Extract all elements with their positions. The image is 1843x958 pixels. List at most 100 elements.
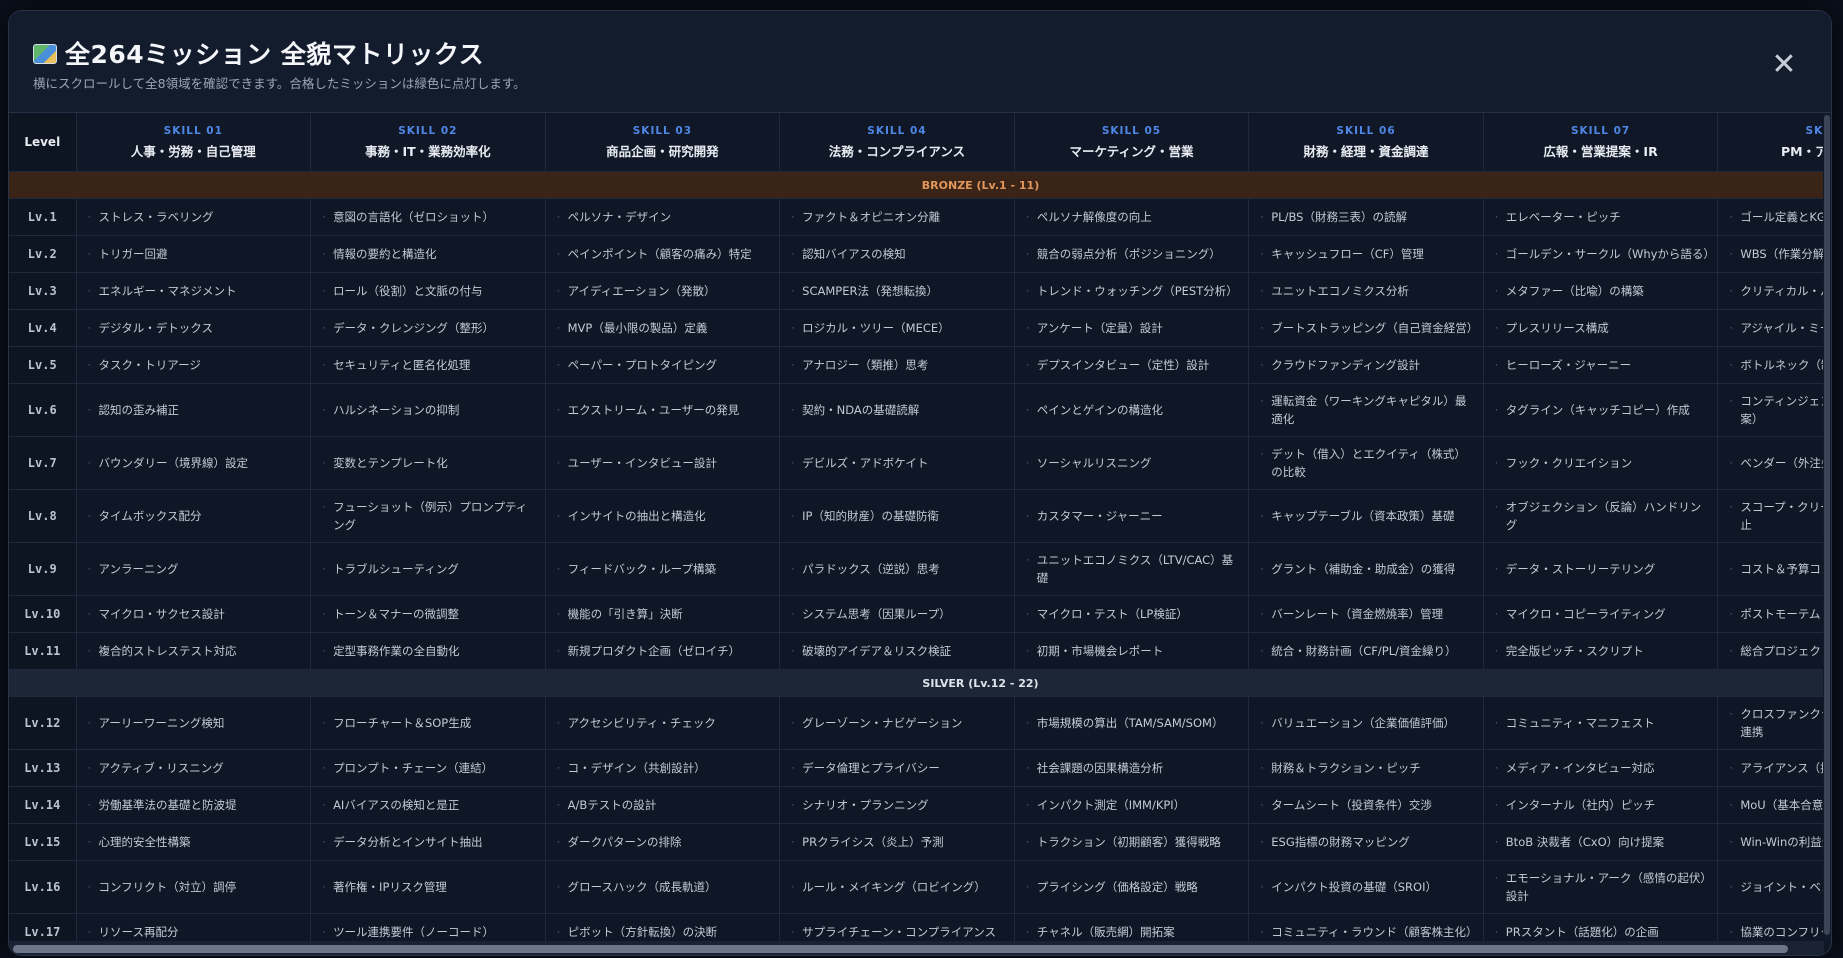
mission-cell[interactable]: ソーシャルリスニング [1014, 436, 1250, 490]
mission-cell[interactable]: 認知の歪み補正 [76, 383, 312, 437]
mission-cell[interactable]: AIバイアスの検知と是正 [310, 786, 546, 824]
mission-cell[interactable]: アンケート（定量）設計 [1014, 309, 1250, 347]
mission-cell[interactable]: タスク・トリアージ [76, 346, 312, 384]
mission-cell[interactable]: 契約・NDAの基礎読解 [779, 383, 1015, 437]
mission-cell[interactable]: 統合・財務計画（CF/PL/資金繰り） [1248, 632, 1484, 670]
mission-cell[interactable]: アクセシビリティ・チェック [545, 696, 781, 750]
mission-cell[interactable]: グロースハック（成長軌道） [545, 860, 781, 914]
mission-cell[interactable]: インサイトの抽出と構造化 [545, 489, 781, 543]
mission-cell[interactable]: コンティンジェンシー・プラン（予備案） [1717, 383, 1824, 437]
mission-cell[interactable]: 情報の要約と構造化 [310, 235, 546, 273]
mission-cell[interactable]: 著作権・IPリスク管理 [310, 860, 546, 914]
mission-cell[interactable]: ツール連携要件（ノーコード） [310, 913, 546, 941]
mission-cell[interactable]: インターナル（社内）ピッチ [1483, 786, 1719, 824]
mission-cell[interactable]: ペルソナ解像度の向上 [1014, 198, 1250, 236]
mission-cell[interactable]: デット（借入）とエクイティ（株式）の比較 [1248, 436, 1484, 490]
mission-cell[interactable]: フック・クリエイション [1483, 436, 1719, 490]
mission-cell[interactable]: 定型事務作業の全自動化 [310, 632, 546, 670]
mission-cell[interactable]: ペインポイント（顧客の痛み）特定 [545, 235, 781, 273]
mission-cell[interactable]: ポストモーテム（事後検証） [1717, 595, 1824, 633]
vertical-scrollbar[interactable] [1823, 113, 1831, 941]
mission-cell[interactable]: フューショット（例示）プロンプティング [310, 489, 546, 543]
mission-cell[interactable]: IP（知的財産）の基礎防衛 [779, 489, 1015, 543]
mission-cell[interactable]: 認知バイアスの検知 [779, 235, 1015, 273]
mission-cell[interactable]: 破壊的アイデア＆リスク検証 [779, 632, 1015, 670]
mission-cell[interactable]: メディア・インタビュー対応 [1483, 749, 1719, 787]
mission-cell[interactable]: データ・ストーリーテリング [1483, 542, 1719, 596]
mission-cell[interactable]: アンラーニング [76, 542, 312, 596]
mission-cell[interactable]: クリティカル・パスの特定 [1717, 272, 1824, 310]
mission-cell[interactable]: グラント（補助金・助成金）の獲得 [1248, 542, 1484, 596]
mission-cell[interactable]: データ・クレンジング（整形） [310, 309, 546, 347]
mission-cell[interactable]: MVP（最小限の製品）定義 [545, 309, 781, 347]
mission-cell[interactable]: ロジカル・ツリー（MECE） [779, 309, 1015, 347]
mission-cell[interactable]: 完全版ピッチ・スクリプト [1483, 632, 1719, 670]
mission-cell[interactable]: フローチャート＆SOP生成 [310, 696, 546, 750]
mission-cell[interactable]: 初期・市場機会レポート [1014, 632, 1250, 670]
mission-cell[interactable]: トラクション（初期顧客）獲得戦略 [1014, 823, 1250, 861]
mission-cell[interactable]: コミュニティ・ラウンド（顧客株主化） [1248, 913, 1484, 941]
mission-cell[interactable]: トレンド・ウォッチング（PEST分析） [1014, 272, 1250, 310]
mission-cell[interactable]: A/Bテストの設計 [545, 786, 781, 824]
mission-cell[interactable]: ファクト＆オピニオン分離 [779, 198, 1015, 236]
mission-cell[interactable]: 運転資金（ワーキングキャピタル）最適化 [1248, 383, 1484, 437]
mission-cell[interactable]: サプライチェーン・コンプライアンス [779, 913, 1015, 941]
horizontal-scrollbar[interactable] [9, 941, 1824, 955]
mission-cell[interactable]: エモーショナル・アーク（感情の起伏）設計 [1483, 860, 1719, 914]
mission-cell[interactable]: ペルソナ・デザイン [545, 198, 781, 236]
mission-cell[interactable]: ゴールデン・サークル（Whyから語る） [1483, 235, 1719, 273]
mission-cell[interactable]: PL/BS（財務三表）の読解 [1248, 198, 1484, 236]
mission-cell[interactable]: コミュニティ・マニフェスト [1483, 696, 1719, 750]
mission-cell[interactable]: データ分析とインサイト抽出 [310, 823, 546, 861]
mission-cell[interactable]: ユニットエコノミクス分析 [1248, 272, 1484, 310]
mission-cell[interactable]: セキュリティと匿名化処理 [310, 346, 546, 384]
mission-cell[interactable]: メタファー（比喩）の構築 [1483, 272, 1719, 310]
mission-cell[interactable]: ゴール定義とKGI/KPI設定 [1717, 198, 1824, 236]
mission-cell[interactable]: ユニットエコノミクス（LTV/CAC）基礎 [1014, 542, 1250, 596]
mission-cell[interactable]: ルール・メイキング（ロビイング） [779, 860, 1015, 914]
mission-cell[interactable]: タームシート（投資条件）交渉 [1248, 786, 1484, 824]
mission-cell[interactable]: エクストリーム・ユーザーの発見 [545, 383, 781, 437]
mission-cell[interactable]: ベンダー（外注先）マネジメント [1717, 436, 1824, 490]
mission-cell[interactable]: 社会課題の因果構造分析 [1014, 749, 1250, 787]
mission-cell[interactable]: WBS（作業分解構成図）作成 [1717, 235, 1824, 273]
mission-cell[interactable]: 労働基準法の基礎と防波堤 [76, 786, 312, 824]
mission-cell[interactable]: ヒーローズ・ジャーニー [1483, 346, 1719, 384]
mission-cell[interactable]: デプスインタビュー（定性）設計 [1014, 346, 1250, 384]
mission-cell[interactable]: キャップテーブル（資本政策）基礎 [1248, 489, 1484, 543]
mission-cell[interactable]: PRスタント（話題化）の企画 [1483, 913, 1719, 941]
mission-cell[interactable]: オブジェクション（反論）ハンドリング [1483, 489, 1719, 543]
mission-cell[interactable]: ジョイント・ベンチャー（JV）設立 [1717, 860, 1824, 914]
mission-cell[interactable]: 財務＆トラクション・ピッチ [1248, 749, 1484, 787]
mission-cell[interactable]: ペインとゲインの構造化 [1014, 383, 1250, 437]
mission-cell[interactable]: チャネル（販売網）開拓案 [1014, 913, 1250, 941]
mission-cell[interactable]: ユーザー・インタビュー設計 [545, 436, 781, 490]
mission-cell[interactable]: キャッシュフロー（CF）管理 [1248, 235, 1484, 273]
mission-cell[interactable]: アーリーワーニング検知 [76, 696, 312, 750]
mission-cell[interactable]: バーンレート（資金燃焼率）管理 [1248, 595, 1484, 633]
mission-cell[interactable]: 変数とテンプレート化 [310, 436, 546, 490]
mission-cell[interactable]: パラドックス（逆説）思考 [779, 542, 1015, 596]
mission-cell[interactable]: BtoB 決裁者（CxO）向け提案 [1483, 823, 1719, 861]
matrix-scroll-area[interactable]: Level SKILL 01 人事・労務・自己管理 SKILL 02 事務・IT・業務… [9, 113, 1824, 941]
mission-cell[interactable]: 新規プロダクト企画（ゼロイチ） [545, 632, 781, 670]
mission-cell[interactable]: ボトルネック（制約条件）解消 [1717, 346, 1824, 384]
mission-cell[interactable]: バウンダリー（境界線）設定 [76, 436, 312, 490]
mission-cell[interactable]: アイディエーション（発散） [545, 272, 781, 310]
mission-cell[interactable]: プライシング（価格設定）戦略 [1014, 860, 1250, 914]
mission-cell[interactable]: アジャイル・ミーティング設計 [1717, 309, 1824, 347]
vertical-scrollbar-thumb[interactable] [1824, 115, 1830, 935]
mission-cell[interactable]: トーン＆マナーの微調整 [310, 595, 546, 633]
mission-cell[interactable]: エレベーター・ピッチ [1483, 198, 1719, 236]
mission-cell[interactable]: カスタマー・ジャーニー [1014, 489, 1250, 543]
mission-cell[interactable]: ハルシネーションの抑制 [310, 383, 546, 437]
mission-cell[interactable]: アクティブ・リスニング [76, 749, 312, 787]
mission-cell[interactable]: グレーゾーン・ナビゲーション [779, 696, 1015, 750]
mission-cell[interactable]: バリュエーション（企業価値評価） [1248, 696, 1484, 750]
mission-cell[interactable]: ブートストラッピング（自己資金経営） [1248, 309, 1484, 347]
mission-cell[interactable]: データ倫理とプライバシー [779, 749, 1015, 787]
mission-cell[interactable]: PRクライシス（炎上）予測 [779, 823, 1015, 861]
mission-cell[interactable]: マイクロ・テスト（LP検証） [1014, 595, 1250, 633]
mission-cell[interactable]: 機能の「引き算」決断 [545, 595, 781, 633]
horizontal-scrollbar-thumb[interactable] [13, 945, 1788, 953]
